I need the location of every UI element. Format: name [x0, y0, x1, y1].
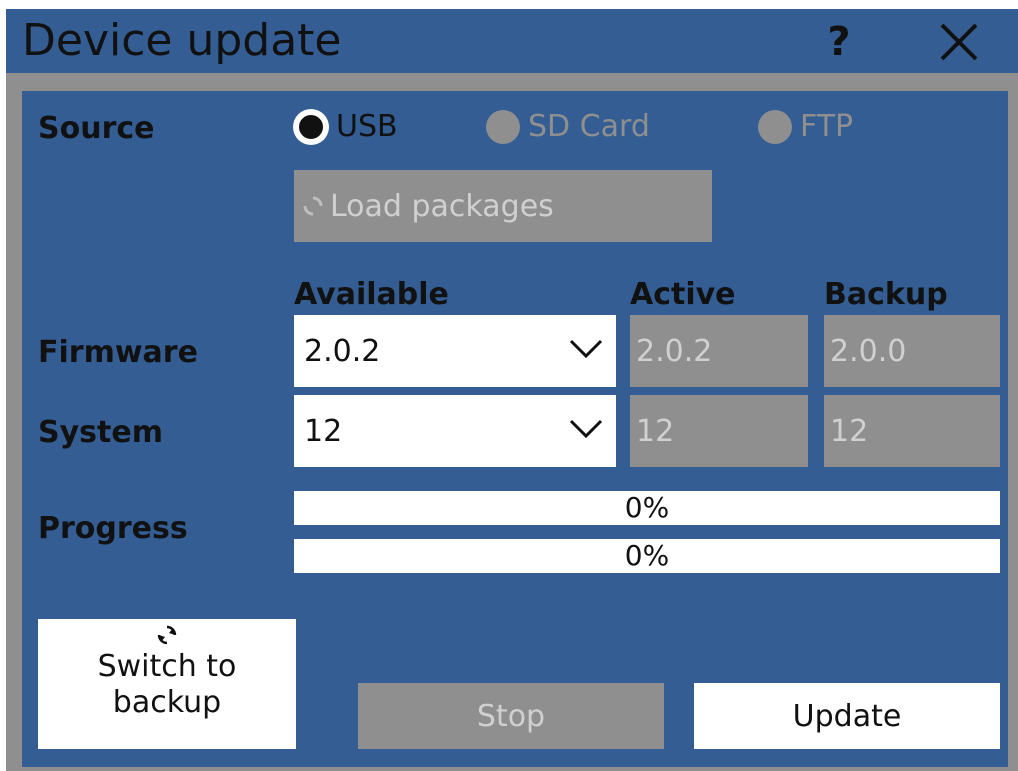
progress-text: 0% [624, 539, 670, 572]
progress-text: 0% [624, 491, 670, 524]
update-label: Update [792, 698, 902, 734]
radio-ftp-label: FTP [800, 109, 854, 144]
system-label: System [38, 415, 163, 450]
load-packages-label: Load packages [330, 188, 554, 224]
firmware-active-field: 2.0.2 [630, 315, 808, 387]
refresh-icon [303, 196, 323, 216]
close-icon [940, 23, 978, 61]
help-button[interactable]: ? [814, 17, 864, 67]
title-bar: Device update ? [6, 9, 1018, 73]
progress-bar-2: 0% [294, 539, 1000, 573]
progress-bar-1: 0% [294, 491, 1000, 525]
system-select-value: 12 [304, 413, 343, 449]
progress-label: Progress [38, 511, 188, 546]
stop-label: Stop [476, 698, 546, 734]
switch-to-backup-line2: backup [112, 685, 222, 720]
close-button[interactable] [934, 17, 984, 67]
stop-button[interactable]: Stop [358, 683, 664, 749]
firmware-backup-field: 2.0.0 [824, 315, 1000, 387]
firmware-active-value: 2.0.2 [636, 333, 713, 369]
column-header-available: Available [294, 277, 449, 312]
firmware-backup-value: 2.0.0 [830, 333, 907, 369]
system-active-field: 12 [630, 395, 808, 467]
switch-to-backup-button[interactable]: Switch to backup [38, 619, 296, 749]
column-header-backup: Backup [824, 277, 948, 312]
radio-ftp[interactable]: FTP [758, 109, 853, 144]
help-icon: ? [827, 19, 851, 65]
system-backup-field: 12 [824, 395, 1000, 467]
radio-selected-icon [294, 109, 328, 144]
window-title: Device update [22, 15, 342, 66]
radio-disabled-icon [486, 109, 520, 144]
chevron-down-icon [569, 339, 603, 359]
column-header-active: Active [630, 277, 736, 312]
firmware-select-value: 2.0.2 [304, 333, 381, 369]
radio-disabled-icon [758, 109, 792, 144]
update-panel: Source USB SD Card FTP Load packages Ava… [22, 91, 1008, 767]
refresh-icon [157, 625, 177, 645]
switch-to-backup-line1: Switch to [97, 649, 237, 684]
system-select[interactable]: 12 [294, 395, 616, 467]
source-label: Source [38, 111, 155, 146]
chevron-down-icon [569, 419, 603, 439]
firmware-select[interactable]: 2.0.2 [294, 315, 616, 387]
device-update-window: Device update ? Source USB SD Card FTP L… [6, 9, 1018, 771]
radio-sd-card-label: SD Card [528, 109, 650, 144]
load-packages-button[interactable]: Load packages [294, 170, 712, 242]
radio-sd-card[interactable]: SD Card [486, 109, 650, 144]
radio-usb[interactable]: USB [294, 109, 398, 144]
system-backup-value: 12 [830, 413, 869, 449]
radio-usb-label: USB [336, 109, 398, 144]
firmware-label: Firmware [38, 335, 198, 370]
system-active-value: 12 [636, 413, 675, 449]
update-button[interactable]: Update [694, 683, 1000, 749]
